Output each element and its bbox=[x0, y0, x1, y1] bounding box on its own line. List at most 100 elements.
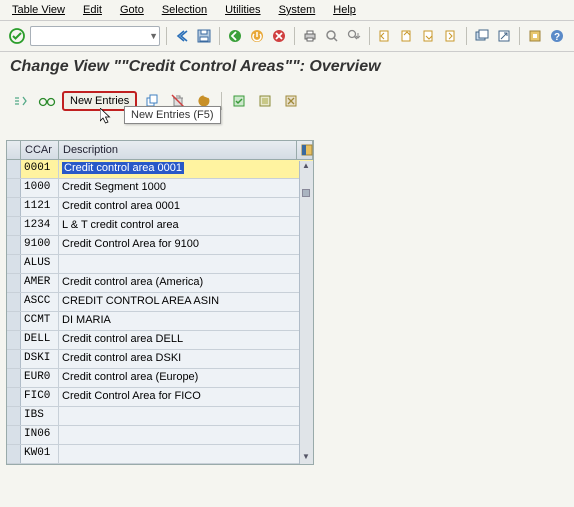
cell-description[interactable] bbox=[59, 407, 313, 425]
row-selector[interactable] bbox=[7, 407, 21, 425]
cell-ccar[interactable]: ASCC bbox=[21, 293, 59, 311]
row-selector[interactable] bbox=[7, 255, 21, 273]
row-selector[interactable] bbox=[7, 160, 21, 178]
cell-description[interactable]: Credit control area (Europe) bbox=[59, 369, 313, 387]
table-row[interactable]: 1000Credit Segment 1000 bbox=[7, 179, 313, 198]
table-row[interactable]: IN06 bbox=[7, 426, 313, 445]
table-row[interactable]: 0001Credit control area 0001 bbox=[7, 160, 313, 179]
menu-system[interactable]: System bbox=[279, 4, 316, 16]
exit-icon[interactable] bbox=[248, 25, 266, 47]
cell-description[interactable] bbox=[59, 426, 313, 444]
row-selector[interactable] bbox=[7, 179, 21, 197]
table-row[interactable]: FIC0Credit Control Area for FICO bbox=[7, 388, 313, 407]
cell-description[interactable]: L & T credit control area bbox=[59, 217, 313, 235]
cell-description[interactable]: Credit Control Area for FICO bbox=[59, 388, 313, 406]
col-description[interactable]: Description bbox=[59, 141, 297, 159]
cell-ccar[interactable]: IN06 bbox=[21, 426, 59, 444]
col-select[interactable] bbox=[7, 141, 21, 159]
row-selector[interactable] bbox=[7, 369, 21, 387]
settings-icon[interactable] bbox=[526, 25, 544, 47]
deselect-all-icon[interactable] bbox=[280, 90, 302, 112]
row-selector[interactable] bbox=[7, 426, 21, 444]
cell-description[interactable]: Credit Control Area for 9100 bbox=[59, 236, 313, 254]
scroll-up-icon[interactable]: ▲ bbox=[300, 161, 312, 173]
prev-page-icon[interactable] bbox=[398, 25, 416, 47]
table-row[interactable]: KW01 bbox=[7, 445, 313, 464]
cell-description[interactable]: Credit control area 0001 bbox=[59, 160, 313, 178]
cell-ccar[interactable]: 1000 bbox=[21, 179, 59, 197]
row-selector[interactable] bbox=[7, 312, 21, 330]
scrollbar[interactable]: ▲ ▼ bbox=[299, 161, 313, 464]
cell-description[interactable] bbox=[59, 445, 313, 463]
cell-description[interactable]: DI MARIA bbox=[59, 312, 313, 330]
menu-help[interactable]: Help bbox=[333, 4, 356, 16]
row-selector[interactable] bbox=[7, 388, 21, 406]
cell-ccar[interactable]: KW01 bbox=[21, 445, 59, 463]
menu-edit[interactable]: Edit bbox=[83, 4, 102, 16]
cell-ccar[interactable]: DELL bbox=[21, 331, 59, 349]
table-row[interactable]: 9100Credit Control Area for 9100 bbox=[7, 236, 313, 255]
table-row[interactable]: IBS bbox=[7, 407, 313, 426]
row-selector[interactable] bbox=[7, 331, 21, 349]
row-selector[interactable] bbox=[7, 236, 21, 254]
menu-table-view[interactable]: Table View bbox=[12, 4, 65, 16]
cell-ccar[interactable]: FIC0 bbox=[21, 388, 59, 406]
cell-description[interactable]: Credit control area 0001 bbox=[59, 198, 313, 216]
cell-ccar[interactable]: AMER bbox=[21, 274, 59, 292]
command-field[interactable] bbox=[30, 26, 160, 46]
cell-ccar[interactable]: EUR0 bbox=[21, 369, 59, 387]
cell-description[interactable] bbox=[59, 255, 313, 273]
cell-ccar[interactable]: 0001 bbox=[21, 160, 59, 178]
table-row[interactable]: DELLCredit control area DELL bbox=[7, 331, 313, 350]
cancel-icon[interactable] bbox=[270, 25, 288, 47]
expand-icon[interactable] bbox=[10, 90, 32, 112]
table-row[interactable]: ASCCCREDIT CONTROL AREA ASIN bbox=[7, 293, 313, 312]
print-icon[interactable] bbox=[301, 25, 319, 47]
cell-ccar[interactable]: 9100 bbox=[21, 236, 59, 254]
table-row[interactable]: 1234L & T credit control area bbox=[7, 217, 313, 236]
first-page-icon[interactable] bbox=[376, 25, 394, 47]
menu-goto[interactable]: Goto bbox=[120, 4, 144, 16]
select-block-icon[interactable] bbox=[254, 90, 276, 112]
next-page-icon[interactable] bbox=[420, 25, 438, 47]
save-icon[interactable] bbox=[195, 25, 213, 47]
row-selector[interactable] bbox=[7, 445, 21, 463]
row-selector[interactable] bbox=[7, 293, 21, 311]
cell-description[interactable]: Credit Segment 1000 bbox=[59, 179, 313, 197]
row-selector[interactable] bbox=[7, 274, 21, 292]
row-selector[interactable] bbox=[7, 350, 21, 368]
shortcut-icon[interactable] bbox=[495, 25, 513, 47]
select-all-icon[interactable] bbox=[228, 90, 250, 112]
scroll-thumb[interactable] bbox=[302, 189, 310, 197]
table-row[interactable]: EUR0Credit control area (Europe) bbox=[7, 369, 313, 388]
col-ccar[interactable]: CCAr bbox=[21, 141, 59, 159]
table-config-icon[interactable] bbox=[297, 141, 313, 159]
table-row[interactable]: AMERCredit control area (America) bbox=[7, 274, 313, 293]
back-green-icon[interactable] bbox=[226, 25, 244, 47]
table-row[interactable]: CCMTDI MARIA bbox=[7, 312, 313, 331]
cell-ccar[interactable]: 1121 bbox=[21, 198, 59, 216]
cell-ccar[interactable]: ALUS bbox=[21, 255, 59, 273]
back-icon[interactable] bbox=[173, 25, 191, 47]
cell-ccar[interactable]: CCMT bbox=[21, 312, 59, 330]
last-page-icon[interactable] bbox=[442, 25, 460, 47]
menu-selection[interactable]: Selection bbox=[162, 4, 207, 16]
menu-utilities[interactable]: Utilities bbox=[225, 4, 260, 16]
cell-ccar[interactable]: 1234 bbox=[21, 217, 59, 235]
cell-description[interactable]: CREDIT CONTROL AREA ASIN bbox=[59, 293, 313, 311]
help-icon[interactable]: ? bbox=[548, 25, 566, 47]
table-row[interactable]: DSKICredit control area DSKI bbox=[7, 350, 313, 369]
cell-ccar[interactable]: DSKI bbox=[21, 350, 59, 368]
row-selector[interactable] bbox=[7, 198, 21, 216]
scroll-down-icon[interactable]: ▼ bbox=[300, 452, 312, 464]
find-icon[interactable] bbox=[323, 25, 341, 47]
cell-description[interactable]: Credit control area DELL bbox=[59, 331, 313, 349]
ok-icon[interactable] bbox=[8, 25, 26, 47]
find-next-icon[interactable] bbox=[345, 25, 363, 47]
table-row[interactable]: 1121Credit control area 0001 bbox=[7, 198, 313, 217]
cell-description[interactable]: Credit control area (America) bbox=[59, 274, 313, 292]
cell-description[interactable]: Credit control area DSKI bbox=[59, 350, 313, 368]
new-session-icon[interactable] bbox=[473, 25, 491, 47]
row-selector[interactable] bbox=[7, 217, 21, 235]
glasses-icon[interactable] bbox=[36, 90, 58, 112]
